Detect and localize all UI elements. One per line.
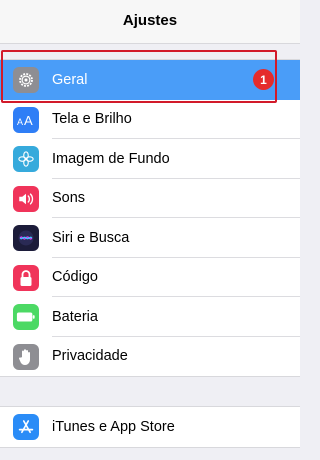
settings-row-codigo[interactable]: Código — [0, 258, 300, 297]
settings-row-label: Geral — [52, 71, 88, 88]
settings-row-label: Privacidade — [52, 348, 128, 365]
settings-row-sons[interactable]: Sons — [0, 179, 300, 218]
flower-icon — [13, 146, 39, 172]
text-size-icon: AA — [13, 106, 39, 133]
settings-row-imagem-de-fundo[interactable]: Imagem de Fundo — [0, 139, 300, 179]
settings-row-label: Siri e Busca — [52, 229, 130, 246]
app-store-icon — [13, 414, 39, 440]
settings-group-main: Geral 1 AA Tela e Brilho Imagem de Fundo… — [0, 59, 300, 377]
settings-row-label: iTunes e App Store — [52, 418, 175, 435]
speaker-icon — [13, 185, 39, 212]
settings-row-itunes-e-app-store[interactable]: iTunes e App Store — [0, 407, 300, 447]
settings-row-label: Imagem de Fundo — [52, 150, 170, 167]
settings-row-label: Sons — [52, 190, 86, 207]
settings-row-privacidade[interactable]: Privacidade — [0, 337, 300, 377]
navigation-bar: Ajustes — [0, 0, 300, 44]
settings-row-tela-e-brilho[interactable]: AA Tela e Brilho — [0, 100, 300, 139]
page-title: Ajustes — [122, 12, 178, 29]
svg-text:A: A — [24, 113, 33, 127]
settings-row-label: Código — [52, 269, 98, 286]
siri-icon — [13, 225, 39, 251]
svg-text:A: A — [17, 117, 23, 127]
settings-row-bateria[interactable]: Bateria — [0, 297, 300, 337]
gear-icon — [13, 67, 39, 93]
settings-group-store: iTunes e App Store — [0, 406, 300, 448]
hand-icon — [13, 343, 39, 370]
settings-row-label: Bateria — [52, 308, 98, 325]
settings-row-label: Tela e Brilho — [52, 111, 132, 128]
settings-row-siri-e-busca[interactable]: Siri e Busca — [0, 218, 300, 258]
battery-icon — [13, 304, 39, 330]
settings-row-geral[interactable]: Geral 1 — [0, 60, 300, 100]
lock-icon — [13, 264, 39, 291]
notification-badge: 1 — [253, 69, 274, 90]
